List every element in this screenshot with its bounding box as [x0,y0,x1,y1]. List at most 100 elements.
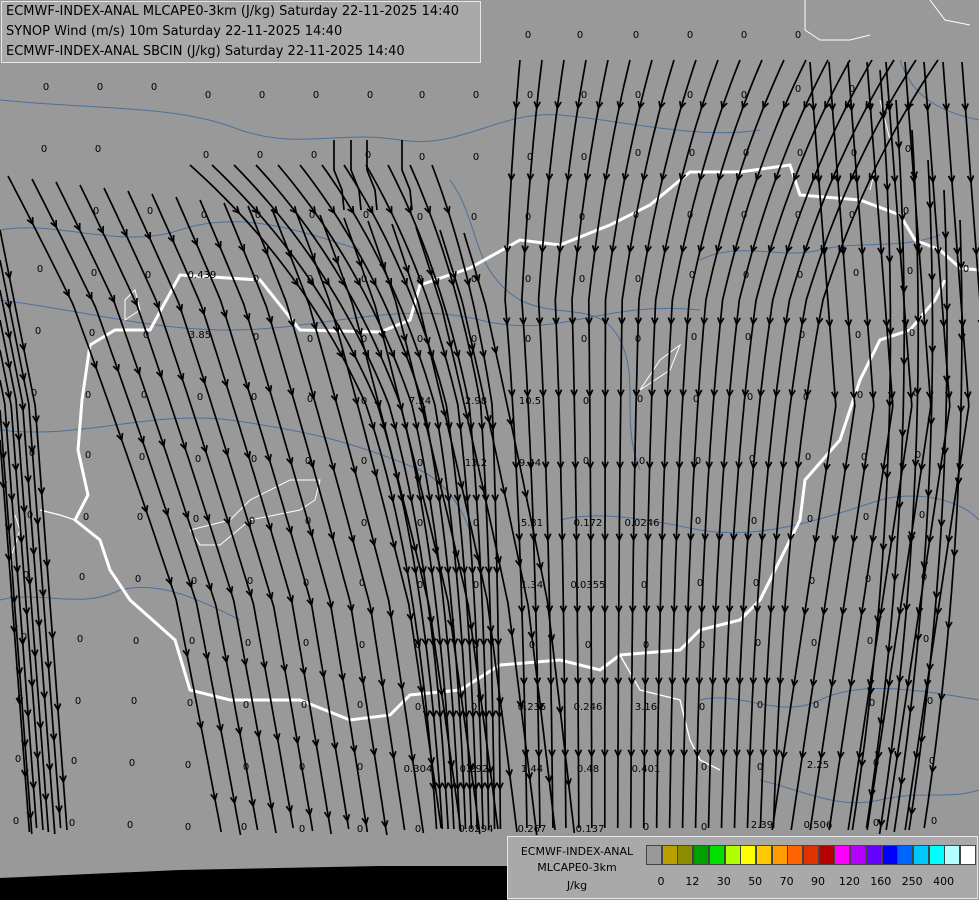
grid-value: 0 [471,274,477,285]
grid-value: 0 [365,150,371,161]
grid-value: 0 [361,456,367,467]
grid-value: 0 [93,206,99,217]
legend-tick-label: 30 [716,875,731,888]
legend-tick-label: 160 [870,875,892,888]
grid-value: 0 [635,334,641,345]
grid-value: 0 [303,578,309,589]
grid-value: 0 [17,694,23,705]
grid-value: 0 [37,264,43,275]
grid-value: 0 [361,334,367,345]
legend-swatch [693,845,710,865]
title-sbcin: ECMWF-INDEX-ANAL SBCIN (J/kg) Saturday 2… [6,44,405,59]
grid-value: 0 [473,90,479,101]
grid-value: 0 [253,332,259,343]
grid-value: 0 [805,452,811,463]
grid-value: 0 [249,516,255,527]
grid-value: 3.16 [635,702,657,713]
grid-value: 0 [85,390,91,401]
grid-value: 0 [299,762,305,773]
grid-value: 0 [415,640,421,651]
legend-swatch [724,845,741,865]
grid-value: 2.25 [807,760,829,771]
grid-value: 0 [741,210,747,221]
grid-value: 0 [23,570,29,581]
grid-value: 0 [255,210,261,221]
grid-value: 7.24 [409,396,431,407]
grid-value: 0 [307,274,313,285]
grid-value: 0 [525,334,531,345]
grid-value: 0 [813,700,819,711]
legend-title-line1: ECMWF-INDEX-ANAL [520,845,634,858]
grid-value: 0 [853,268,859,279]
grid-value: 0 [921,572,927,583]
legend-swatch [834,845,851,865]
grid-value: 0 [203,150,209,161]
grid-value: 0.235 [518,702,547,713]
grid-value: 0 [913,388,919,399]
grid-value: 0 [471,702,477,713]
grid-value: 0 [581,152,587,163]
legend-swatch [755,845,772,865]
grid-value: 0 [303,638,309,649]
legend-swatch [740,845,757,865]
grid-value: 0.0355 [571,580,606,591]
grid-value: 0 [243,700,249,711]
grid-value: 0 [903,206,909,217]
grid-value: 0 [863,512,869,523]
grid-value: 2.98 [465,396,487,407]
grid-value: 0 [873,818,879,829]
grid-value: 0.292 [460,764,489,775]
grid-value: 0 [741,30,747,41]
grid-value: 0 [577,30,583,41]
grid-value: 0 [795,30,801,41]
grid-value: 0 [811,638,817,649]
grid-value: 0 [525,212,531,223]
title-box: ECMWF-INDEX-ANAL MLCAPE0-3km (J/kg) Satu… [1,1,481,63]
grid-value: 0 [135,574,141,585]
grid-value: 0 [185,822,191,833]
grid-value: 0 [133,636,139,647]
grid-value: 0 [359,578,365,589]
grid-value: 0 [309,210,315,221]
legend-swatch [865,845,882,865]
grid-value: 0 [253,274,259,285]
grid-value: 0 [139,452,145,463]
grid-value: 0 [417,518,423,529]
grid-value: 0 [691,332,697,343]
grid-value: 0 [299,824,305,835]
grid-value: 0 [35,326,41,337]
grid-value: 0.267 [518,824,547,835]
grid-value: 0 [807,514,813,525]
legend-tick-label: 70 [779,875,794,888]
grid-value: 0 [71,756,77,767]
grid-value: 0 [915,450,921,461]
grid-value: 0 [85,450,91,461]
grid-value: 0 [635,90,641,101]
grid-value: 0 [637,394,643,405]
grid-value: 0 [307,394,313,405]
grid-value: 0 [743,148,749,159]
grid-value: 0 [417,274,423,285]
grid-value: 0 [363,210,369,221]
grid-value: 0 [361,518,367,529]
grid-value: 0 [689,270,695,281]
grid-value: 0 [687,210,693,221]
legend-tick-label: 90 [811,875,825,888]
grid-value: 0 [259,90,265,101]
grid-value: 0 [357,700,363,711]
grid-value: 0 [187,698,193,709]
grid-value: 0 [795,210,801,221]
legend-swatch [787,845,804,865]
grid-value: 0 [809,576,815,587]
grid-value: 0.137 [576,824,605,835]
grid-value: 0 [695,456,701,467]
grid-value: 0 [869,698,875,709]
grid-value: 0 [31,388,37,399]
legend-swatch [881,845,898,865]
legend-tick-label: 400 [933,875,955,888]
grid-value: 0 [641,580,647,591]
grid-value: 0 [797,148,803,159]
grid-value: 0 [699,702,705,713]
grid-value: 0 [745,332,751,343]
grid-value: 0 [79,572,85,583]
